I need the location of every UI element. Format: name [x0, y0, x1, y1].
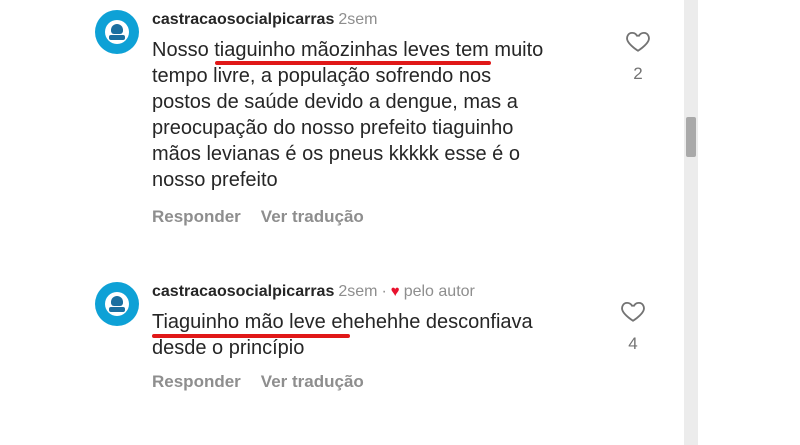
blank-area [698, 0, 800, 445]
comment-line: desde o princípio [152, 337, 305, 359]
scrollbar-thumb[interactable] [686, 117, 696, 157]
separator: · [381, 283, 387, 300]
comment-line: Tiaguinho mão leve ehehehhe desconfiava [152, 311, 533, 333]
comment-line: nosso prefeito [152, 169, 278, 191]
comments-panel: castracaosocialpicarras 2sem Nosso tiagui… [0, 0, 684, 445]
comment-line: postos de saúde devido a dengue, mas a [152, 91, 518, 113]
highlight-underline [152, 334, 350, 338]
avatar-logo-icon [105, 292, 129, 316]
translate-button[interactable]: Ver tradução [261, 372, 364, 391]
heart-outline-icon[interactable] [620, 298, 646, 324]
like-count: 4 [628, 334, 638, 353]
timestamp: 2sem [338, 11, 378, 28]
timestamp: 2sem [338, 283, 378, 300]
avatar-logo-icon [105, 20, 129, 44]
username[interactable]: castracaosocialpicarras [152, 283, 334, 300]
comment-actions: Responder Ver tradução [152, 207, 384, 227]
reply-button[interactable]: Responder [152, 372, 241, 391]
comment-line: Nosso tiaguinho mãozinhas leves tem muit… [152, 39, 544, 61]
comment-line: mãos levianas é os pneus kkkkk esse é o [152, 143, 520, 165]
comment-meta: castracaosocialpicarras 2sem [152, 11, 377, 29]
liked-by-author-badge: pelo autor [403, 283, 475, 300]
translate-button[interactable]: Ver tradução [261, 207, 364, 226]
like-count: 2 [633, 64, 643, 83]
comment-line: preocupação do nosso prefeito tiaguinho [152, 117, 514, 139]
comment-actions: Responder Ver tradução [152, 372, 384, 392]
avatar[interactable] [95, 282, 139, 326]
scrollbar-track[interactable] [684, 0, 698, 445]
comment-line: tempo livre, a população sofrendo nos [152, 65, 492, 87]
reply-button[interactable]: Responder [152, 207, 241, 226]
heart-outline-icon[interactable] [625, 28, 651, 54]
highlight-underline [215, 61, 491, 65]
heart-filled-icon: ♥ [390, 283, 400, 300]
comment-meta: castracaosocialpicarras 2sem · ♥ pelo autor [152, 283, 475, 301]
username[interactable]: castracaosocialpicarras [152, 11, 334, 28]
avatar[interactable] [95, 10, 139, 54]
